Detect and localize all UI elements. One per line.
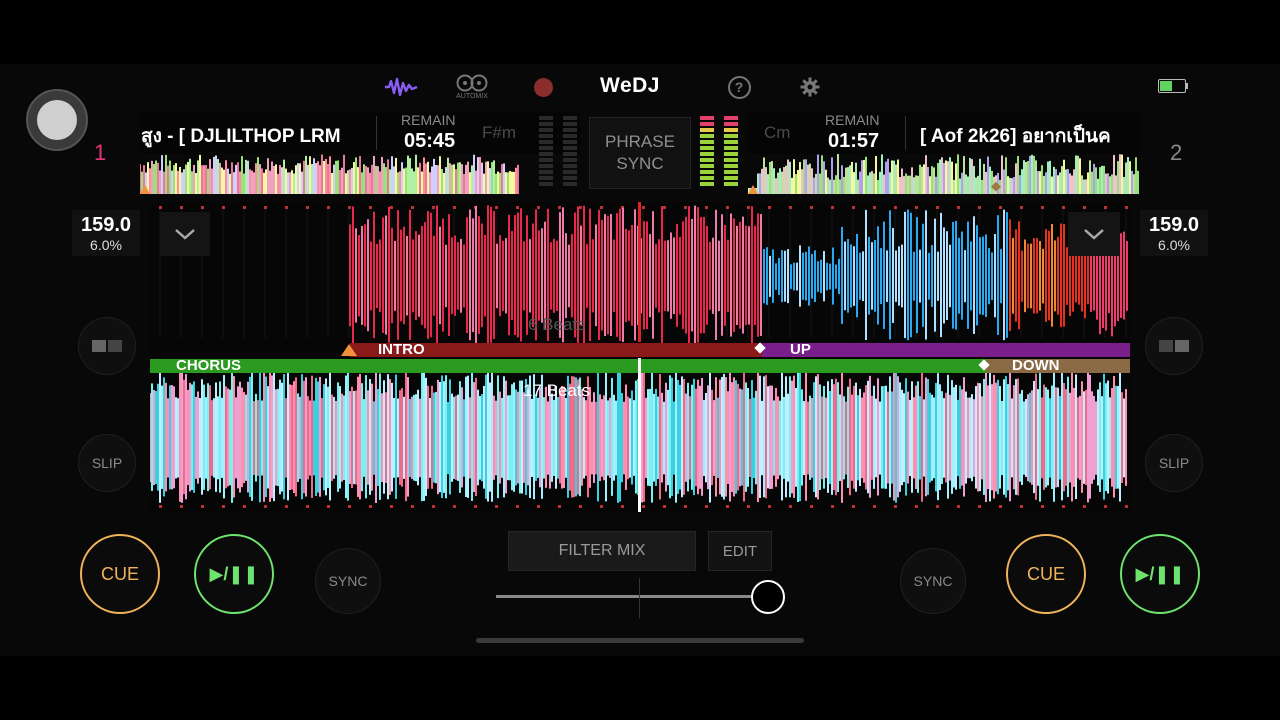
home-indicator[interactable]: [476, 638, 804, 643]
deck1-slip-button[interactable]: SLIP: [78, 434, 136, 492]
edit-button[interactable]: EDIT: [708, 531, 772, 571]
deck1-playhead: [638, 358, 641, 512]
deck1-pitch: 6.0%: [90, 237, 122, 253]
deck2-phrase-label-intro: INTRO: [378, 341, 425, 358]
crossfader-track[interactable]: [496, 595, 780, 598]
filter-mix-button[interactable]: FILTER MIX: [508, 531, 696, 571]
deck1-remain-label: REMAIN: [401, 112, 456, 128]
phrase-sync-line2: SYNC: [616, 154, 664, 173]
deck2-playhead: [638, 202, 641, 342]
deck2-play-pause-button[interactable]: ▶/❚❚: [1120, 534, 1200, 614]
deck2-pitch: 6.0%: [1158, 237, 1190, 253]
crossfader-knob[interactable]: [750, 580, 785, 614]
deck2-cue-marker: [341, 344, 357, 356]
deck1-overview-waveform[interactable]: [140, 153, 520, 194]
deck2-sync-button[interactable]: SYNC: [900, 548, 966, 614]
divider: [905, 116, 906, 150]
crossfader-center-line: [639, 578, 640, 618]
deck2-beats-countdown: 6 Beats: [528, 315, 586, 334]
deck1-phrase-label-down: DOWN: [1012, 357, 1060, 374]
deck2-phrase-up: [762, 343, 1130, 357]
waveform-icon[interactable]: [382, 74, 420, 100]
deck1-phrase-chorus: [150, 359, 986, 373]
gear-icon[interactable]: [797, 74, 823, 100]
battery-icon: [1158, 79, 1188, 93]
deck1-view-toggle-button[interactable]: [78, 317, 136, 375]
deck2-phrase-label-up: UP: [790, 341, 811, 358]
deck2-slip-button[interactable]: SLIP: [1145, 434, 1203, 492]
deck2-number: 2: [1170, 140, 1183, 165]
deck2-chevron-down-icon[interactable]: [1068, 212, 1120, 256]
waveform-display[interactable]: INTRO UP CHORUS DOWN 6 Beats 17 Beats: [150, 202, 1130, 512]
deck1-bpm-display[interactable]: 159.0 6.0%: [72, 210, 140, 256]
deck1-number: 1: [94, 140, 107, 165]
deck2-key: Cm: [764, 123, 791, 142]
deck1-play-pause-button[interactable]: ▶/❚❚: [194, 534, 274, 614]
deck1-bpm: 159.0: [80, 214, 132, 236]
deck1-cue-button[interactable]: CUE: [80, 534, 160, 614]
deck2-level-meter-right: [724, 116, 738, 190]
deck2-view-toggle-button[interactable]: [1145, 317, 1203, 375]
deck1-phrase-label-chorus: CHORUS: [176, 357, 242, 374]
record-icon[interactable]: [531, 74, 555, 100]
deck1-beats-countdown: 17 Beats: [523, 381, 591, 400]
deck2-cue-button[interactable]: CUE: [1006, 534, 1086, 614]
deck1-level-meter-right: [563, 116, 577, 190]
help-icon[interactable]: ?: [726, 74, 752, 100]
deck2-remain-time: 01:57: [828, 130, 880, 152]
deck2-bpm: 159.0: [1148, 214, 1200, 236]
deck1-key: F#m: [482, 123, 516, 142]
phrase-sync-line1: PHRASE: [605, 132, 675, 151]
automix-icon[interactable]: AUTOMIX: [452, 74, 492, 100]
phrase-sync-button[interactable]: PHRASE SYNC: [589, 117, 691, 189]
automix-label: AUTOMIX: [456, 93, 488, 100]
home-button-icon[interactable]: [26, 89, 88, 151]
deck2-level-meter-left: [700, 116, 714, 190]
deck1-chevron-down-icon[interactable]: [160, 212, 210, 256]
app-logo: WeDJ: [600, 74, 660, 97]
divider: [376, 116, 377, 150]
deck1-level-meter-left: [539, 116, 553, 190]
deck2-remain-label: REMAIN: [825, 112, 880, 128]
deck1-remain-time: 05:45: [404, 130, 456, 152]
deck1-track-title: สูง - [ DJLILTHOP LRM: [141, 126, 341, 147]
deck2-track-title: [ Aof 2k26] อยากเป็นค: [920, 126, 1111, 147]
deck2-bpm-display[interactable]: 159.0 6.0%: [1140, 210, 1208, 256]
deck1-sync-button[interactable]: SYNC: [315, 548, 381, 614]
deck2-overview-waveform[interactable]: [748, 153, 1140, 194]
